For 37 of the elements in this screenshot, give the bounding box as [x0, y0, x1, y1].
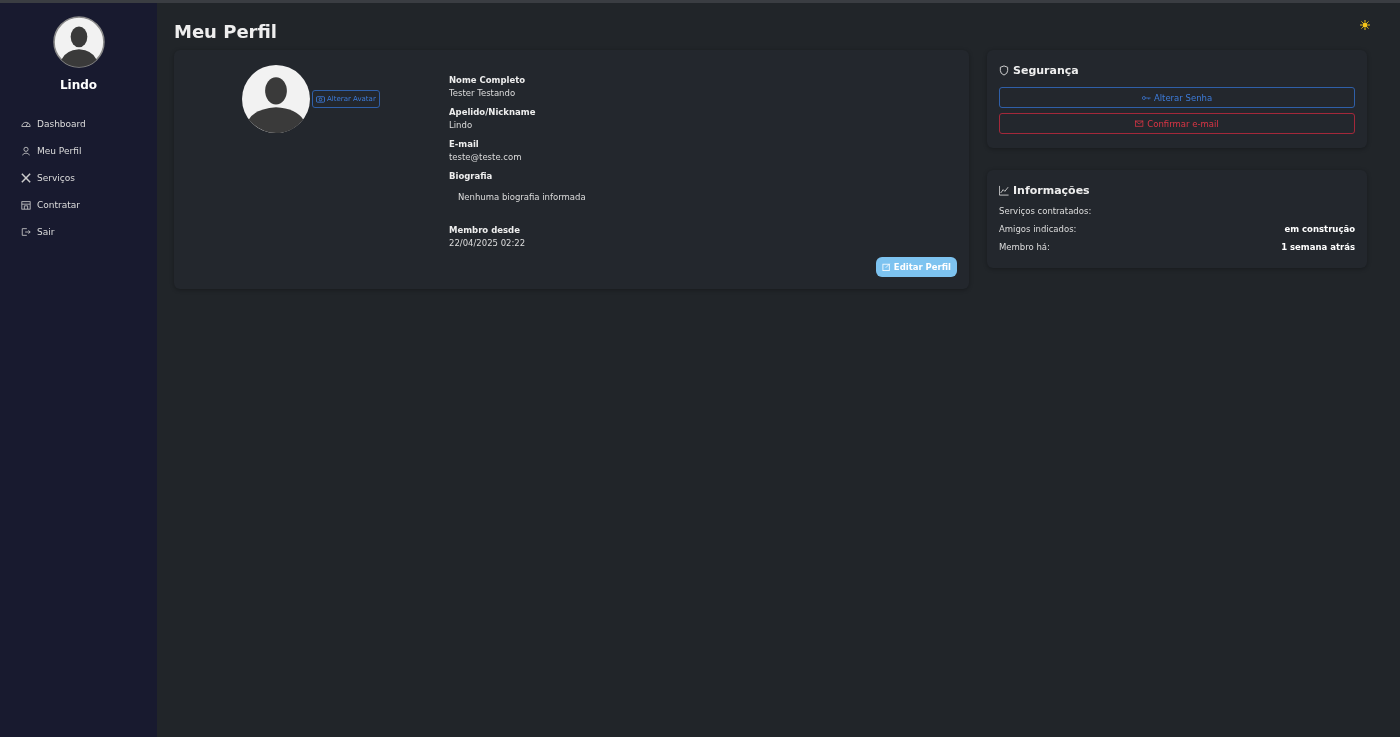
nav-item[interactable]: Serviços: [21, 164, 157, 191]
key-icon: [1141, 93, 1151, 102]
info-label: Membro há:: [999, 242, 1050, 252]
field-value: Nenhuma biografia informada: [457, 191, 587, 204]
avatar-icon: [242, 65, 310, 133]
nav-item[interactable]: Sair: [21, 218, 157, 245]
field-label: Membro desde: [449, 225, 521, 235]
field-label: Nome Completo: [449, 75, 527, 85]
username: Lindo: [59, 78, 98, 92]
page-title: Meu Perfil: [174, 21, 277, 42]
field-label: Biografia: [449, 171, 494, 181]
security-button[interactable]: Alterar Senha: [999, 87, 1355, 108]
chart-icon: [999, 185, 1009, 196]
shop-icon: [21, 199, 31, 210]
avatar-icon: [52, 16, 105, 68]
nav-item[interactable]: Contratar: [21, 191, 157, 218]
info-value: em construção: [1284, 224, 1355, 234]
nav-item[interactable]: Meu Perfil: [21, 137, 157, 164]
edit-icon: [881, 263, 891, 271]
info-label: Amigos indicados:: [999, 224, 1077, 234]
card-title: Segurança: [1013, 64, 1079, 77]
exit-icon: [21, 226, 31, 237]
info-label: Serviços contratados:: [999, 206, 1092, 216]
info-value: 1 semana atrás: [1281, 242, 1355, 252]
sun-icon[interactable]: [1360, 20, 1370, 30]
field-label: E-mail: [449, 139, 480, 149]
field-label: Apelido/Nickname: [449, 107, 537, 117]
field-value: Lindo: [449, 120, 474, 130]
person-icon: [21, 145, 31, 156]
card-title: Informações: [1013, 184, 1090, 197]
field-value: Tester Testando: [449, 88, 517, 98]
envelope-icon: [1135, 119, 1145, 128]
nav-item[interactable]: Dashboard: [21, 110, 157, 137]
field-value: 22/04/2025 02:22: [449, 238, 527, 248]
camera-icon: [316, 95, 325, 103]
field-value: teste@teste.com: [449, 152, 523, 162]
shield-icon: [999, 65, 1009, 76]
